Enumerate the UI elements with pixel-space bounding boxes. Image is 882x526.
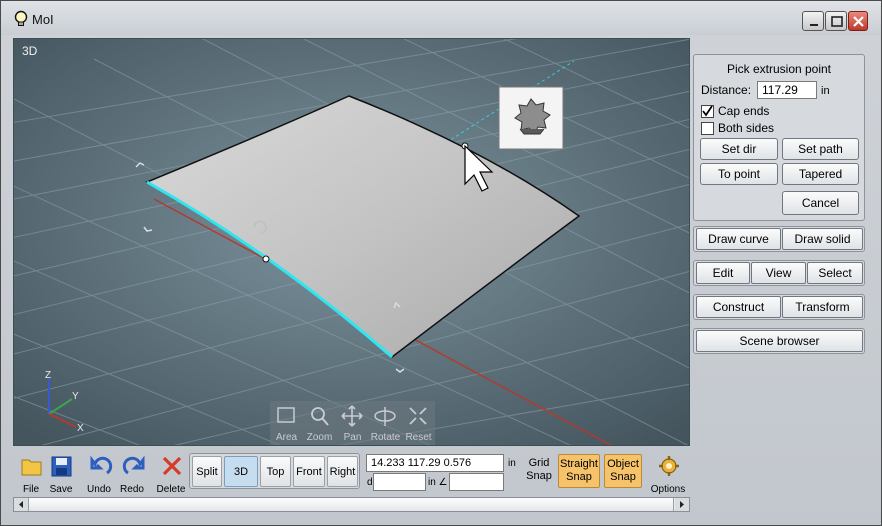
zoom-icon [311,407,329,426]
set-dir-button[interactable]: Set dir [700,138,778,160]
tapered-button[interactable]: Tapered [782,163,859,185]
viewport-3d[interactable]: 3D Z Y X Area Zoom Pan Rotate Reset [13,38,690,446]
x-axis-label: X [77,423,84,434]
distance-label: Distance: [701,83,752,97]
straight-snap-toggle[interactable]: Straight Snap [558,454,600,488]
redo-icon [122,455,145,475]
scroll-right-button[interactable] [675,498,689,511]
close-icon [853,16,864,27]
arrow-right-icon [680,501,684,508]
options-gear-icon [659,456,679,476]
set-path-button[interactable]: Set path [782,138,859,160]
select-button[interactable]: Select [807,262,863,284]
cancel-button[interactable]: Cancel [782,191,859,215]
nav-rotate[interactable]: Rotate [369,404,402,444]
pan-icon [341,405,363,427]
grid-snap-toggle[interactable]: Grid Snap [520,454,558,488]
save-button[interactable]: Save [43,453,79,497]
both-sides-checkbox[interactable] [701,122,714,135]
maximize-icon [831,16,843,27]
view-button[interactable]: View [751,262,806,284]
rotate-icon [374,407,396,426]
view-front-button[interactable]: Front [293,456,325,487]
draw-curve-button[interactable]: Draw curve [696,228,781,250]
title-bar[interactable]: MoI [1,1,881,35]
angle-entry[interactable] [449,473,504,491]
minimize-icon [810,24,818,26]
scene-palette: Scene browser [693,328,865,354]
nav-pan[interactable]: Pan [336,404,369,444]
cap-ends-label: Cap ends [718,104,770,118]
redo-button[interactable]: Redo [114,453,150,497]
distance-prefix: d [367,477,373,488]
scroll-left-button[interactable] [14,498,28,511]
both-sides-label: Both sides [718,121,775,135]
nav-zoom[interactable]: Zoom [303,404,336,444]
reset-icon [409,407,427,425]
draw-solid-button[interactable]: Draw solid [782,228,863,250]
distance-unit: in [821,85,830,97]
y-axis-label: Y [72,391,79,402]
window-title: MoI [32,12,54,27]
arrow-left-icon [19,501,23,508]
construct-palette: Construct Transform [693,294,865,320]
options-button[interactable]: Options [649,453,687,497]
z-axis-label: Z [45,370,52,381]
command-prompt: Pick extrusion point [726,62,832,76]
view-selector: Split 3D Top Front Right [189,453,360,489]
view-3d-button[interactable]: 3D [224,456,258,487]
to-point-button[interactable]: To point [700,163,778,185]
view-split-button[interactable]: Split [192,456,222,487]
coordinate-unit: in [508,458,516,469]
nav-area[interactable]: Area [270,404,303,444]
undo-icon [90,455,113,475]
angle-prefix: in ∠ [428,477,448,488]
area-zoom-icon [277,407,295,423]
app-window: MoI 3D Z Y X Area Zoom Pan Rotate Reset … [0,0,882,526]
command-panel: Pick extrusion point Distance: in Cap en… [693,54,865,221]
scroll-thumb[interactable] [28,498,674,511]
cap-ends-checkbox[interactable] [701,105,714,118]
construct-button[interactable]: Construct [696,296,781,318]
undo-button[interactable]: Undo [81,453,117,497]
object-snap-toggle[interactable]: Object Snap [604,454,642,488]
maximize-button[interactable] [825,11,847,31]
bottom-toolbar: File Save Undo Redo Delete Split 3D Top … [13,449,871,497]
scene-browser-button[interactable]: Scene browser [696,330,863,352]
view-right-button[interactable]: Right [327,456,358,487]
floppy-disk-icon [51,456,72,477]
nav-reset[interactable]: Reset [402,404,435,444]
horizontal-scrollbar[interactable] [13,497,690,512]
view-top-button[interactable]: Top [260,456,291,487]
delete-button[interactable]: Delete [153,453,189,497]
coordinate-readout[interactable]: 14.233 117.29 0.576 [366,454,504,472]
viewport-scene [14,39,689,445]
distance-entry[interactable] [373,473,426,491]
distance-input[interactable] [757,81,817,99]
lightbulb-icon [14,10,28,26]
folder-icon [21,459,42,476]
delete-x-icon [162,456,182,476]
checkmark-icon [702,105,713,117]
base-point [262,255,270,263]
viewport-nav-bar: Area Zoom Pan Rotate Reset [270,401,435,445]
edit-palette: Edit View Select [693,260,865,286]
close-button[interactable] [848,11,868,31]
minimize-button[interactable] [802,11,824,31]
viewport-label: 3D [22,44,38,58]
draw-palette: Draw curve Draw solid [693,226,865,252]
transform-button[interactable]: Transform [782,296,863,318]
edit-button[interactable]: Edit [696,262,750,284]
